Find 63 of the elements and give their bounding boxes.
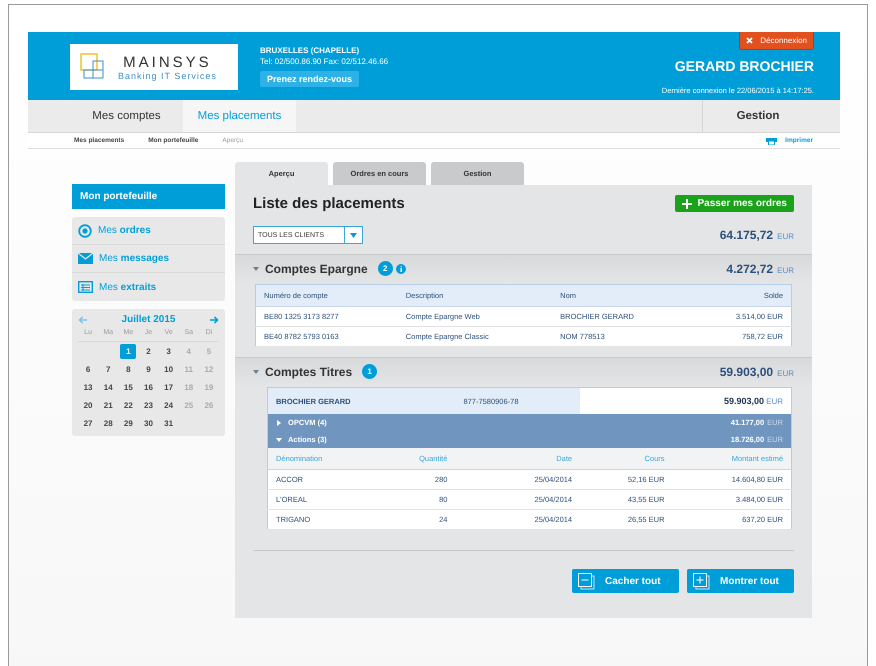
sidebar-title: Mon portefeuille (72, 184, 225, 209)
page-title: Liste des placements (253, 195, 405, 212)
account-amount: 59.903,00 EUR (580, 388, 792, 414)
close-icon (746, 37, 754, 44)
envelope-icon (78, 253, 93, 264)
calendar-day[interactable]: 30 (140, 416, 157, 431)
caret-down-icon[interactable] (253, 368, 259, 374)
logo-tagline: Banking IT Services (118, 70, 217, 80)
caret-right-icon[interactable] (276, 420, 282, 426)
calendar-day[interactable]: 8 (120, 362, 136, 377)
total-amount: 64.175,72 (720, 228, 774, 242)
count-badge: 1 (362, 364, 378, 379)
caret-down-icon[interactable] (276, 436, 282, 442)
section-title: Comptes Titres (265, 364, 352, 378)
target-icon (78, 224, 92, 238)
currency-label: EUR (777, 266, 794, 274)
section-amount: 59.903,00 (720, 364, 774, 378)
printer-icon (766, 136, 778, 145)
logo-name: MAINSYS (123, 54, 212, 70)
collapse-icon (578, 572, 595, 590)
calendar-day[interactable]: 22 (120, 398, 136, 413)
calendar-day[interactable]: 21 (100, 398, 116, 413)
expand-icon (693, 572, 710, 590)
caret-down-icon[interactable] (253, 266, 259, 272)
caret-down-icon (350, 232, 357, 238)
calendar-day[interactable]: 31 (160, 416, 177, 431)
logout-button[interactable]: Déconnexion (739, 32, 814, 50)
contact-info: Tel: 02/500.86.90 Fax: 02/512.46.66 (260, 57, 388, 66)
calendar-day[interactable]: 9 (140, 362, 157, 377)
calendar-month: Juillet 2015 (122, 314, 176, 325)
currency-label: EUR (777, 368, 794, 378)
calendar-day[interactable]: 7 (100, 362, 116, 377)
calendar-day[interactable]: 27 (80, 416, 96, 431)
arrow-right-icon[interactable] (210, 316, 219, 324)
calendar-day[interactable]: 15 (120, 380, 136, 395)
sidebar-item-label: Mes ordres (98, 225, 151, 236)
currency-label: EUR (777, 232, 794, 241)
calendar-day[interactable]: 2 (140, 344, 157, 359)
calendar-day[interactable]: 29 (120, 416, 136, 431)
nav-tab[interactable]: Gestion (702, 100, 813, 132)
arrow-left-icon[interactable] (78, 316, 87, 324)
calendar-day[interactable]: 14 (100, 380, 116, 395)
calendar-day[interactable]: 3 (160, 344, 177, 359)
branch-name: BRUXELLES (CHAPELLE) (260, 46, 360, 55)
document-list-icon (78, 281, 93, 293)
sidebar-item-label: Mes messages (99, 253, 170, 264)
calendar-day[interactable]: 10 (160, 362, 177, 377)
calendar-day[interactable]: 20 (80, 398, 96, 413)
section-title: Comptes Epargne (265, 262, 368, 276)
sidebar-item-label: Mes extraits (99, 282, 156, 292)
calendar-day[interactable]: 17 (160, 380, 177, 395)
plus-icon (682, 198, 692, 208)
calendar-day[interactable]: 24 (160, 398, 177, 413)
count-badge: 2 (378, 261, 393, 276)
calendar-day[interactable]: 6 (80, 362, 96, 377)
nav-tab[interactable]: Mes comptes (70, 100, 183, 132)
section-amount: 4.272,72 (726, 262, 774, 276)
calendar-day[interactable]: 28 (100, 416, 116, 431)
user-name: GERARD BROCHIER (674, 58, 814, 74)
calendar-day[interactable]: 16 (140, 380, 157, 395)
calendar-day[interactable]: 13 (80, 380, 96, 395)
info-icon[interactable] (396, 264, 406, 274)
calendar-day[interactable]: 23 (140, 398, 157, 413)
